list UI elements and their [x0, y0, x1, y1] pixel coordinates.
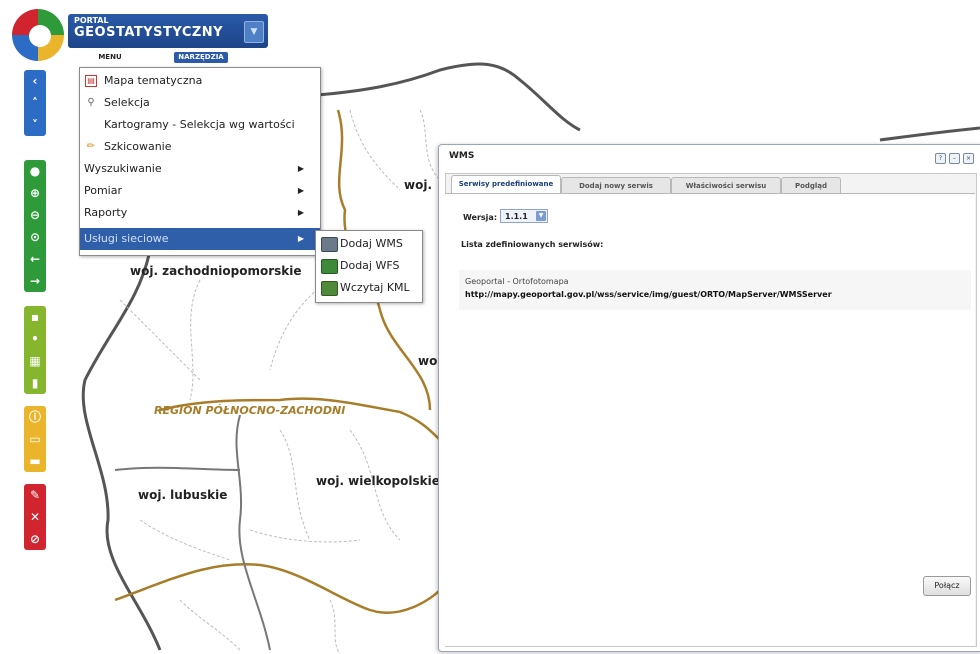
menu-item-szkicowanie[interactable]: ✏ Szkicowanie: [80, 136, 320, 158]
kml-icon: [321, 281, 338, 296]
close-icon[interactable]: ×: [963, 153, 974, 164]
coastline-east: [879, 126, 980, 142]
map-label-lubuskie: woj. lubuskie: [138, 488, 228, 502]
map-label-wielkopolskie: woj. wielkopolskie: [316, 474, 440, 488]
header-dropdown-button[interactable]: ▼: [244, 21, 264, 43]
tab-podglad[interactable]: Podgląd: [781, 177, 841, 194]
submenu-item-label: Wczytaj KML: [340, 281, 410, 294]
map-region-label: REGION PÓŁNOCNO-ZACHODNI: [154, 404, 346, 417]
wms-window: WMS ? – × Serwisy predefiniowane Dodaj n…: [438, 144, 980, 652]
wms-tab-panel: Wersja: 1.1.1 ▼ Lista zdefiniowanych ser…: [445, 193, 975, 646]
submenu-arrow-icon: ▶: [297, 234, 304, 243]
portal-logo: [12, 9, 64, 61]
menu-item-uslugi-sieciowe[interactable]: Usługi sieciowe ▶: [80, 228, 320, 250]
chevron-down-icon: ▼: [250, 27, 258, 37]
menu-item-wyszukiwanie[interactable]: Wyszukiwanie ▶: [80, 158, 320, 180]
legend-icon[interactable]: •: [24, 328, 46, 350]
connect-button[interactable]: Połącz: [923, 576, 971, 596]
portal-header: PORTAL GEOSTATYSTYCZNY ▼: [68, 14, 268, 48]
menu-item-pomiar[interactable]: Pomiar ▶: [80, 180, 320, 202]
toolbar-output: ⓘ ▭ ▬: [24, 406, 46, 472]
arrow-left-icon[interactable]: ‹: [24, 70, 46, 92]
menu-item-selekcja[interactable]: ⚲ Selekcja: [80, 92, 320, 114]
menu-item-label: Usługi sieciowe: [84, 232, 169, 245]
portal-title: GEOSTATYSTYCZNY: [74, 25, 224, 40]
submenu-arrow-icon: ▶: [297, 208, 304, 217]
coastline: [304, 62, 581, 132]
tab-wlasciwosci-serwisu[interactable]: Właściwości serwisu: [671, 177, 781, 194]
submenu-item-wczytaj-kml[interactable]: Wczytaj KML: [316, 277, 422, 299]
map-label-woj-partial: wo: [418, 354, 438, 368]
version-select[interactable]: 1.1.1 ▼: [500, 209, 548, 223]
magnifier-icon: ⚲: [87, 97, 95, 108]
chevron-up-icon[interactable]: ˄: [24, 92, 46, 114]
main-menu-dropdown: ▤ Mapa tematyczna ⚲ Selekcja Kartogramy …: [79, 67, 321, 256]
header-tabs: MENU NARZĘDZIA: [68, 52, 268, 64]
service-name: Geoportal - Ortofotomapa: [465, 277, 569, 286]
chevron-down-icon[interactable]: ˅: [24, 114, 46, 136]
menu-item-label: Raporty: [84, 206, 128, 219]
minimize-icon[interactable]: –: [949, 153, 960, 164]
portal-label: PORTAL: [74, 16, 109, 25]
chevron-down-icon: ▼: [536, 211, 546, 221]
menu-item-label: Pomiar: [84, 184, 123, 197]
tab-narzedzia[interactable]: NARZĘDZIA: [174, 52, 228, 63]
print-icon[interactable]: ▬: [24, 450, 46, 472]
service-list-item[interactable]: Geoportal - Ortofotomapa http://mapy.geo…: [459, 270, 971, 310]
tab-dodaj-nowy-serwis[interactable]: Dodaj nowy serwis: [561, 177, 671, 194]
submenu-item-label: Dodaj WFS: [340, 259, 400, 272]
submenu-item-dodaj-wms[interactable]: Dodaj WMS: [316, 233, 422, 255]
country-border: [81, 249, 162, 651]
map-doc-icon: ▤: [85, 75, 97, 87]
toolbar-settings: ✎ ✕ ⊘: [24, 484, 46, 550]
menu-item-label: Wyszukiwanie: [84, 162, 162, 175]
region-border: [235, 414, 271, 651]
pencil-icon: ✏: [86, 141, 96, 152]
tab-serwisy-predefiniowane[interactable]: Serwisy predefiniowane: [451, 175, 561, 194]
service-url: http://mapy.geoportal.gov.pl/wss/service…: [465, 290, 832, 299]
language-flag-icon[interactable]: ✕: [24, 506, 46, 528]
window-title: WMS: [449, 151, 475, 161]
menu-item-label: Mapa tematyczna: [104, 74, 203, 87]
history-forward-icon[interactable]: →: [24, 270, 46, 292]
submenu-arrow-icon: ▶: [297, 186, 304, 195]
menu-item-mapa-tematyczna[interactable]: ▤ Mapa tematyczna: [80, 70, 320, 92]
wms-tabs: Serwisy predefiniowane Dodaj nowy serwis…: [445, 175, 975, 194]
export-icon[interactable]: ▭: [24, 428, 46, 450]
submenu-item-dodaj-wfs[interactable]: Dodaj WFS: [316, 255, 422, 277]
toolbar-navigation: ‹ ˄ ˅: [24, 70, 46, 136]
submenu-uslugi-sieciowe: Dodaj WMS Dodaj WFS Wczytaj KML: [315, 230, 423, 303]
toolbar-analysis: ▪ • ▦ ▮: [24, 306, 46, 394]
voivodeship-border: [114, 563, 441, 614]
pan-hand-icon[interactable]: ●: [24, 160, 46, 182]
toolbar-map-tools: ● ⊕ ⊖ ⊙ ← →: [24, 160, 46, 292]
layers-icon: [321, 259, 338, 274]
chart-icon[interactable]: ▮: [24, 372, 46, 394]
map-label-woj-partial: woj.: [404, 178, 433, 192]
history-back-icon[interactable]: ←: [24, 248, 46, 270]
help-icon[interactable]: ?: [935, 153, 946, 164]
help-icon[interactable]: ⊘: [24, 528, 46, 550]
map-label-zachodniopomorskie: woj. zachodniopomorskie: [130, 264, 302, 278]
region-border: [114, 466, 241, 471]
wrench-icon[interactable]: ✎: [24, 484, 46, 506]
zoom-out-icon[interactable]: ⊖: [24, 204, 46, 226]
submenu-arrow-icon: ▶: [297, 164, 304, 173]
menu-item-kartogramy[interactable]: Kartogramy - Selekcja wg wartości: [80, 114, 320, 136]
version-label: Wersja:: [463, 213, 498, 222]
menu-item-raporty[interactable]: Raporty ▶: [80, 202, 320, 224]
tab-menu[interactable]: MENU: [88, 52, 132, 63]
menu-item-label: Kartogramy - Selekcja wg wartości: [104, 118, 295, 131]
info-icon[interactable]: ⓘ: [24, 406, 46, 428]
table-icon[interactable]: ▦: [24, 350, 46, 372]
printer-icon: [321, 237, 338, 252]
zoom-extent-icon[interactable]: ⊙: [24, 226, 46, 248]
service-list-label: Lista zdefiniowanych serwisów:: [461, 240, 604, 249]
menu-item-label: Selekcja: [104, 96, 150, 109]
layers-icon[interactable]: ▪: [24, 306, 46, 328]
submenu-item-label: Dodaj WMS: [340, 237, 403, 250]
menu-item-label: Szkicowanie: [104, 140, 172, 153]
zoom-in-icon[interactable]: ⊕: [24, 182, 46, 204]
version-value: 1.1.1: [505, 212, 528, 221]
